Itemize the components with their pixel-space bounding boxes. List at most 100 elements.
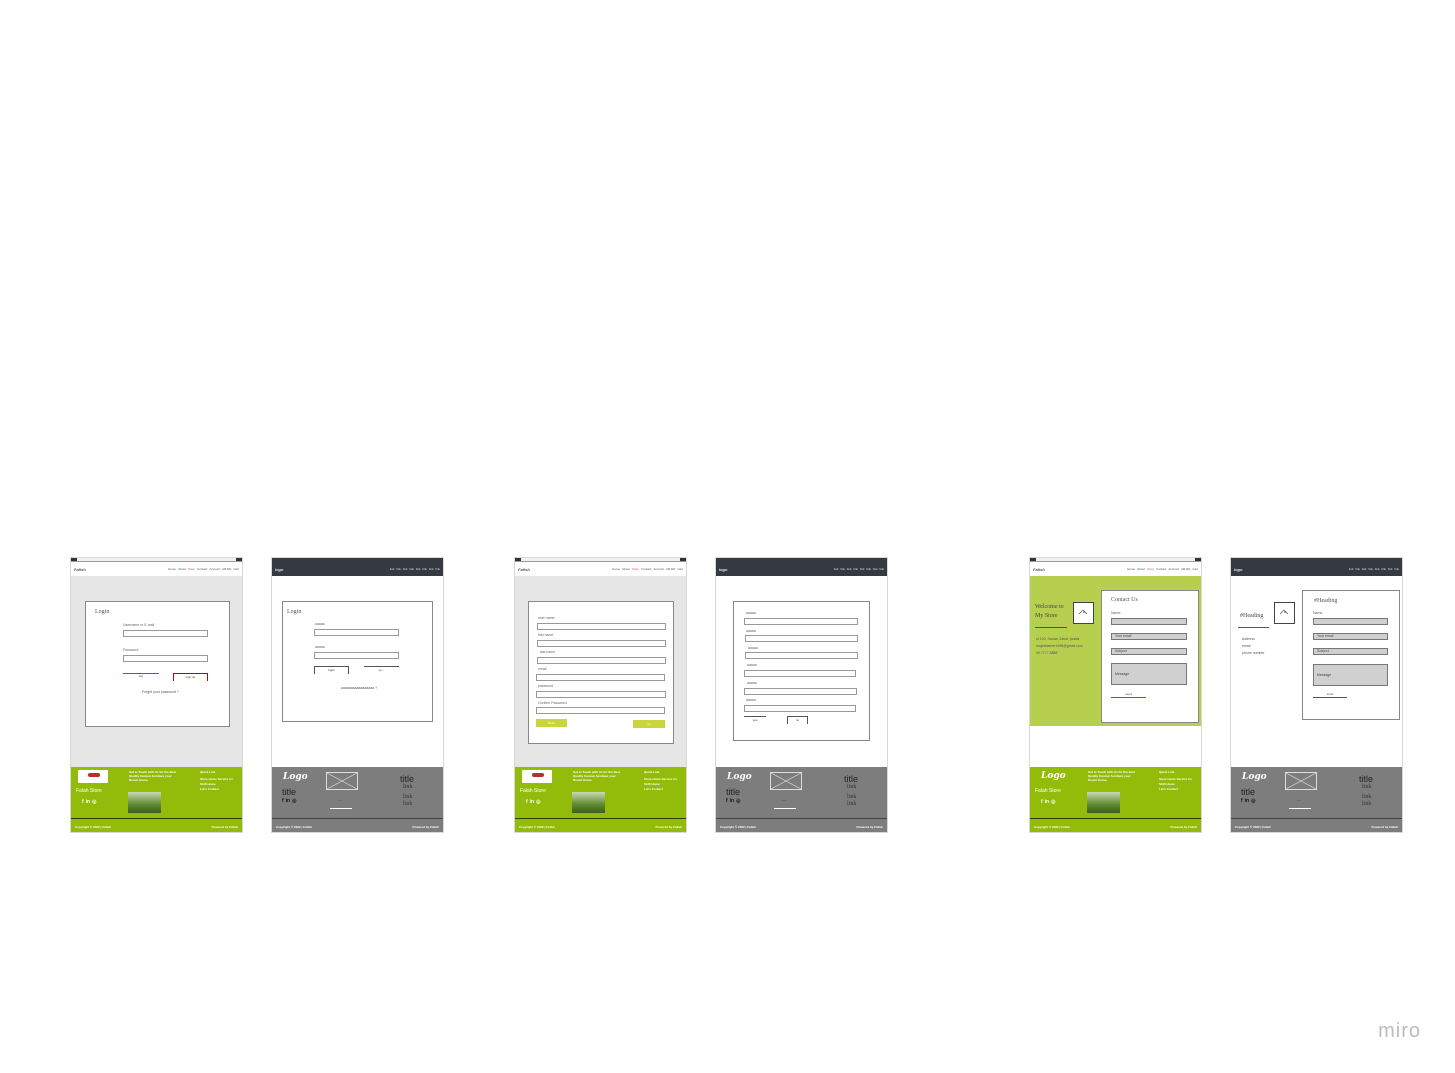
- nav-link-7[interactable]: link: [873, 567, 878, 571]
- back-button[interactable]: Back: [536, 719, 567, 727]
- field-input-4[interactable]: [744, 670, 856, 677]
- signup-button[interactable]: yo...: [364, 666, 399, 674]
- facebook-icon[interactable]: f: [1241, 798, 1243, 804]
- nav-link-4[interactable]: link: [1368, 567, 1373, 571]
- nav-logo[interactable]: logo: [719, 567, 727, 572]
- nav-link-4[interactable]: link: [853, 567, 858, 571]
- password-input[interactable]: [123, 655, 208, 662]
- nav-link-lang[interactable]: AR EN: [1181, 567, 1190, 571]
- instagram-icon[interactable]: ◎: [536, 799, 540, 805]
- frame-signup-wireframe[interactable]: logo link link link link link link link …: [715, 557, 888, 833]
- nav-link-6[interactable]: link: [866, 567, 871, 571]
- nav-logo[interactable]: logo: [1234, 567, 1242, 572]
- quick-link-2[interactable]: Shift Home: [644, 782, 660, 786]
- footer-logo[interactable]: Logo: [1242, 772, 1267, 782]
- username-input[interactable]: [123, 630, 208, 637]
- nav-link-1[interactable]: link: [834, 567, 839, 571]
- nav-link-shop[interactable]: Shop: [188, 567, 195, 571]
- brand-logo[interactable]: [78, 770, 108, 783]
- nav-link-lang[interactable]: AR EN: [222, 567, 231, 571]
- nav-logo[interactable]: Fafish: [1033, 567, 1045, 572]
- footer-logo[interactable]: Logo: [283, 772, 308, 782]
- nav-link-3[interactable]: link: [403, 567, 408, 571]
- quick-link-3[interactable]: Let's Contact: [200, 787, 219, 791]
- nav-logo[interactable]: logo: [275, 567, 283, 572]
- quick-link-2[interactable]: Shift Home: [1159, 782, 1175, 786]
- field-input-2[interactable]: [745, 635, 858, 642]
- quick-link-1[interactable]: Store Home Service Co: [644, 777, 677, 781]
- confirm-password-input[interactable]: [536, 707, 665, 714]
- nav-link-5[interactable]: link: [416, 567, 421, 571]
- nav-link-shop[interactable]: Shop: [1147, 567, 1154, 571]
- login-button[interactable]: login: [314, 666, 349, 674]
- nav-link-about[interactable]: About: [1137, 567, 1145, 571]
- footer-logo[interactable]: Logo: [1041, 771, 1066, 781]
- instagram-icon[interactable]: ◎: [1251, 798, 1255, 804]
- facebook-icon[interactable]: f: [82, 799, 84, 805]
- login-button[interactable]: log: [123, 673, 159, 679]
- firstname-input[interactable]: [537, 640, 666, 647]
- nav-link-8[interactable]: link: [435, 567, 440, 571]
- forgot-password-link[interactable]: Forget your password ?: [142, 690, 179, 694]
- nav-link-home[interactable]: Home: [1127, 567, 1135, 571]
- password-input[interactable]: [536, 691, 666, 698]
- frame-signup-styled[interactable]: Fafish Home About Shop Contact Account A…: [514, 557, 687, 833]
- facebook-icon[interactable]: f: [526, 799, 528, 805]
- nav-link-account[interactable]: Account: [1168, 567, 1179, 571]
- nav-link-account[interactable]: Account: [653, 567, 664, 571]
- quick-link-1[interactable]: Store Home Service Co: [200, 777, 233, 781]
- nav-link-lang[interactable]: AR EN: [666, 567, 675, 571]
- quick-link-3[interactable]: Let's Contact: [644, 787, 663, 791]
- nav-link-2[interactable]: link: [1355, 567, 1360, 571]
- nav-link-4[interactable]: link: [409, 567, 414, 571]
- nav-link-about[interactable]: About: [178, 567, 186, 571]
- nav-link-8[interactable]: link: [1394, 567, 1399, 571]
- nav-link-6[interactable]: link: [1381, 567, 1386, 571]
- frame-login-wireframe[interactable]: logo link link link link link link link …: [271, 557, 444, 833]
- footer-link-1[interactable]: link: [1362, 784, 1371, 790]
- field-input-5[interactable]: [744, 688, 857, 695]
- nav-link-2[interactable]: link: [840, 567, 845, 571]
- footer-link-2[interactable]: link: [1362, 794, 1371, 800]
- subject-input[interactable]: Subject: [1111, 648, 1187, 655]
- footer-link-3[interactable]: link: [403, 801, 412, 807]
- linkedin-icon[interactable]: in: [730, 798, 734, 804]
- subject-input[interactable]: Subject: [1313, 648, 1388, 655]
- nav-link-cart[interactable]: Cart: [233, 567, 239, 571]
- linkedin-icon[interactable]: in: [286, 798, 290, 804]
- quick-link-2[interactable]: Shift Home: [200, 782, 216, 786]
- password-input[interactable]: [314, 652, 399, 659]
- name-input[interactable]: [1111, 618, 1187, 625]
- name-input[interactable]: [1313, 618, 1388, 625]
- facebook-icon[interactable]: f: [1041, 799, 1043, 805]
- yes-button[interactable]: yes: [744, 716, 766, 724]
- footer-link-2[interactable]: link: [847, 794, 856, 800]
- linkedin-icon[interactable]: in: [1245, 798, 1249, 804]
- send-button[interactable]: send: [1313, 692, 1347, 698]
- footer-link-3[interactable]: link: [847, 801, 856, 807]
- field-input-3[interactable]: [745, 652, 858, 659]
- lastname-input[interactable]: [537, 657, 666, 664]
- footer-link-1[interactable]: link: [403, 784, 412, 790]
- nav-logo[interactable]: Fafish: [74, 567, 86, 572]
- nav-link-contact[interactable]: Contact: [641, 567, 651, 571]
- frame-login-styled[interactable]: Fafish Home About Shop Contact Account A…: [70, 557, 243, 833]
- facebook-icon[interactable]: f: [726, 798, 728, 804]
- signup-submit-button[interactable]: up: [633, 720, 665, 728]
- facebook-icon[interactable]: f: [282, 798, 284, 804]
- brand-logo[interactable]: [522, 770, 552, 783]
- send-button[interactable]: send: [1111, 692, 1146, 698]
- frame-contact-wireframe[interactable]: logo link link link link link link link …: [1230, 557, 1403, 833]
- nav-link-5[interactable]: link: [860, 567, 865, 571]
- nav-link-7[interactable]: link: [429, 567, 434, 571]
- instagram-icon[interactable]: ◎: [1051, 799, 1055, 805]
- nav-link-1[interactable]: link: [1349, 567, 1354, 571]
- quick-link-1[interactable]: Store Home Service Co: [1159, 777, 1192, 781]
- nav-link-8[interactable]: link: [879, 567, 884, 571]
- instagram-icon[interactable]: ◎: [92, 799, 96, 805]
- nav-link-3[interactable]: link: [847, 567, 852, 571]
- footer-link-1[interactable]: link: [847, 784, 856, 790]
- nav-link-home[interactable]: Home: [612, 567, 620, 571]
- field-input-6[interactable]: [744, 705, 856, 712]
- footer-link-3[interactable]: link: [1362, 801, 1371, 807]
